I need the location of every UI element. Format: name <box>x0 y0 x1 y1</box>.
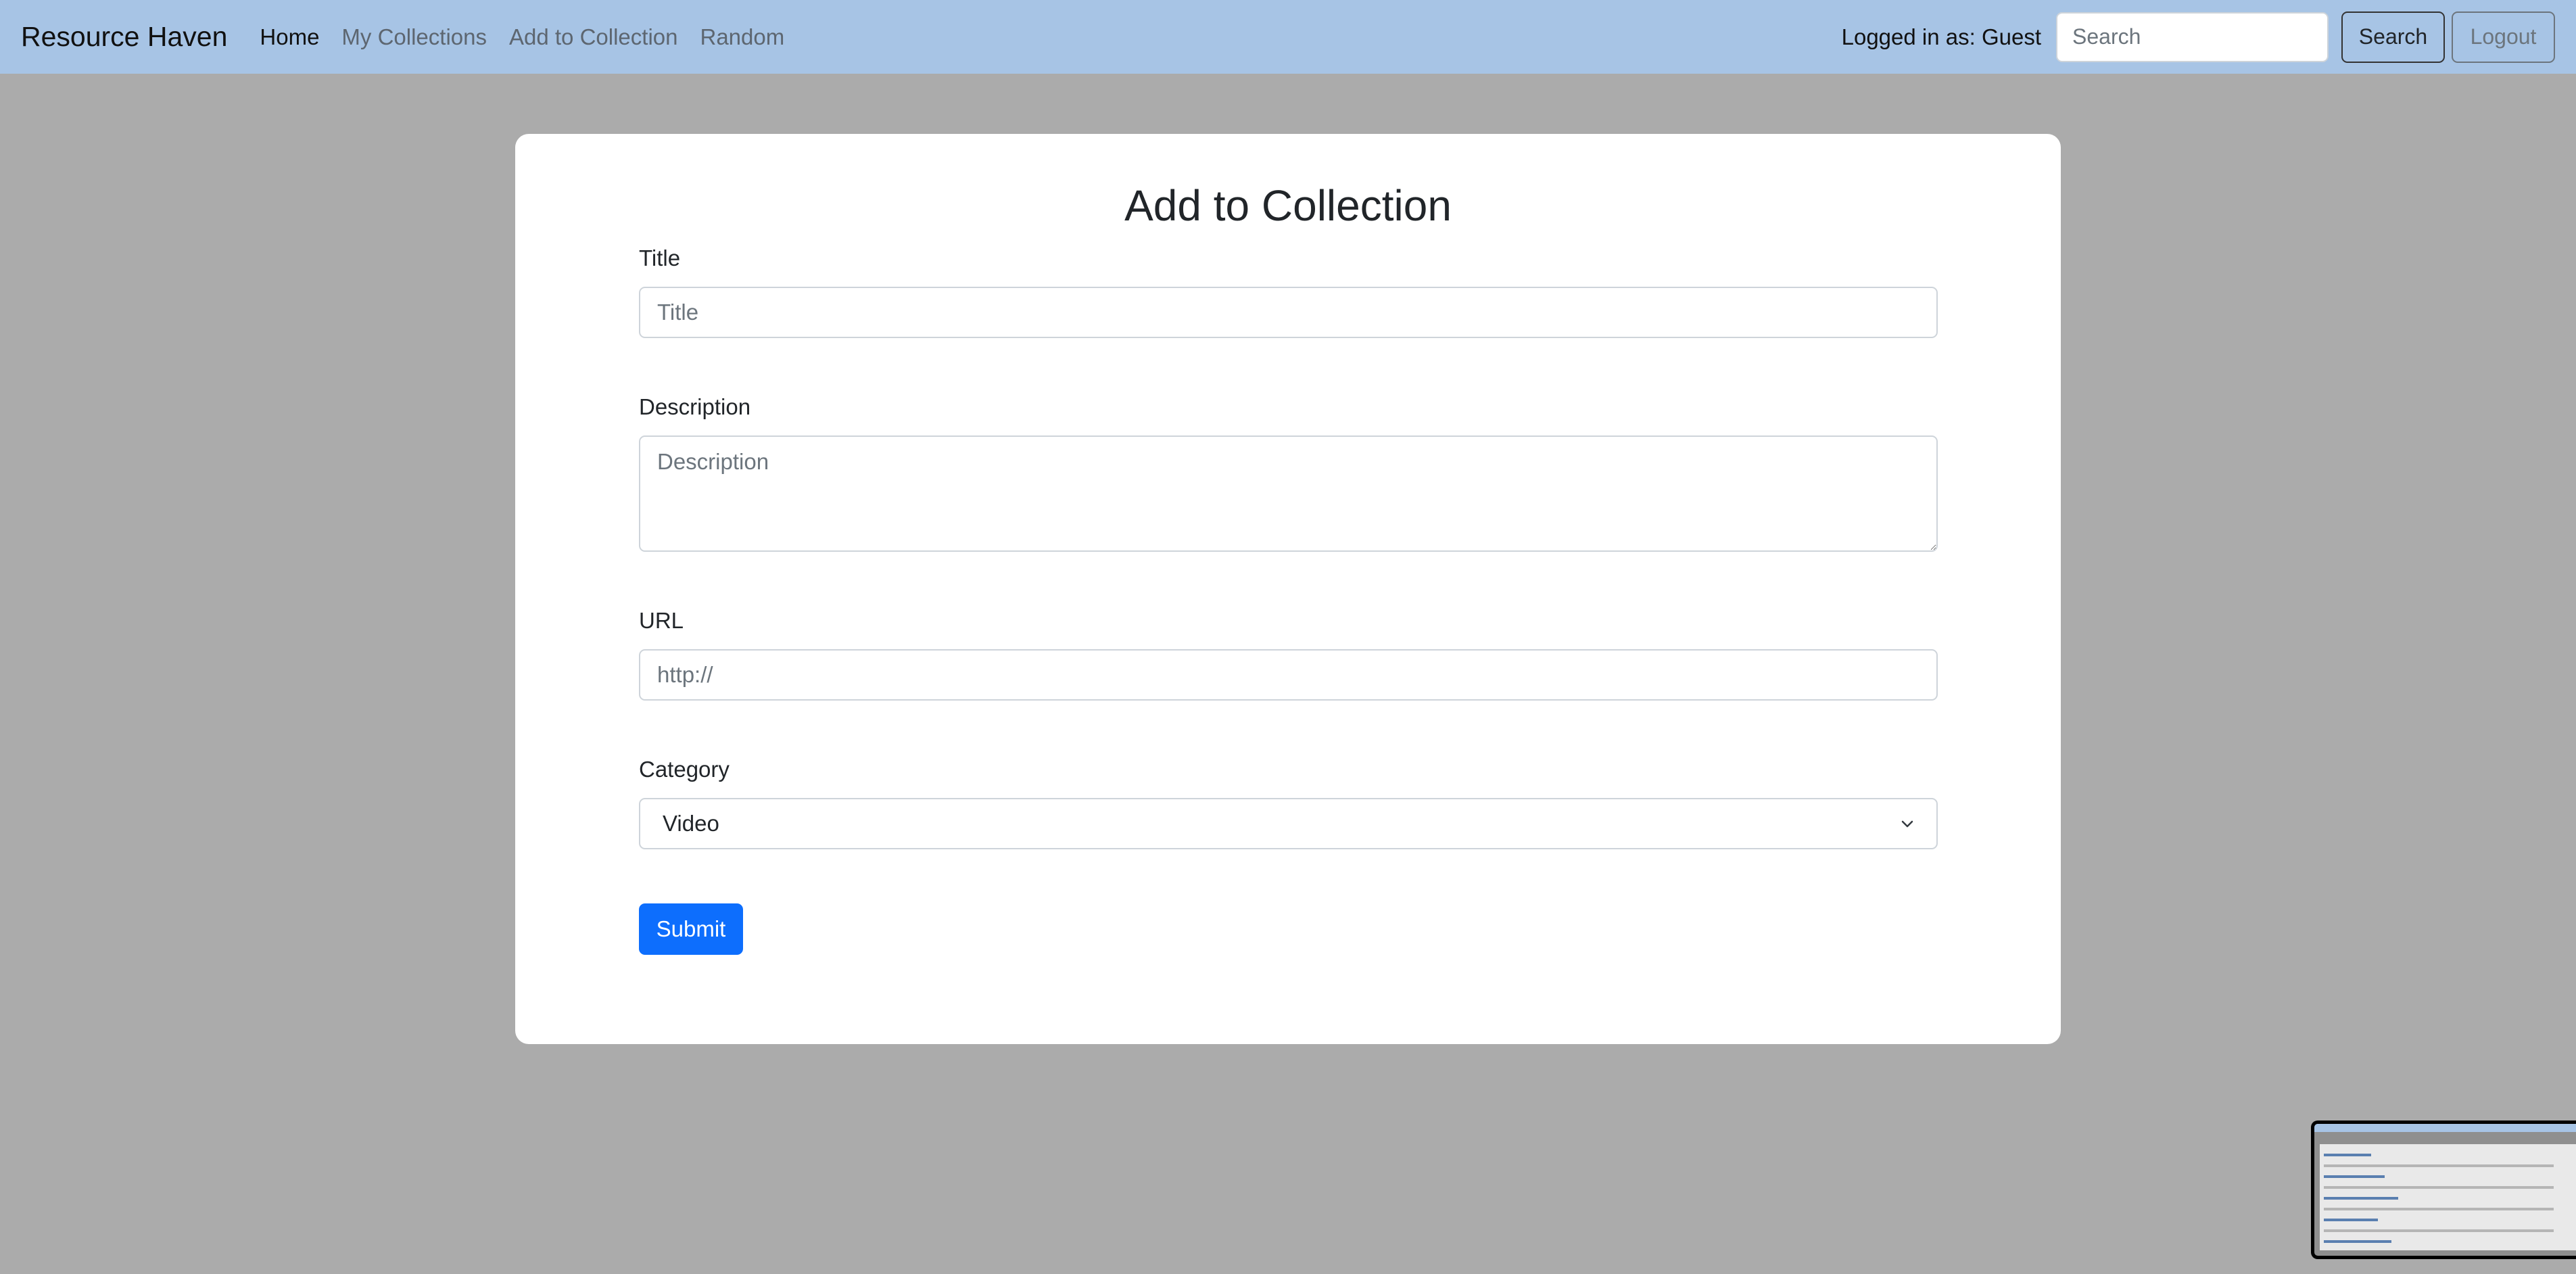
thumbnail-line <box>2324 1219 2378 1221</box>
nav-links: Home My Collections Add to Collection Ra… <box>260 24 807 50</box>
title-input[interactable] <box>639 287 1938 338</box>
category-label: Category <box>639 757 730 782</box>
screenshot-thumbnail[interactable] <box>2311 1120 2576 1259</box>
nav-right: Logged in as: Guest Search Logout <box>1842 11 2555 63</box>
thumbnail-navbar <box>2314 1124 2576 1132</box>
description-label: Description <box>639 394 751 419</box>
brand-logo[interactable]: Resource Haven <box>21 21 227 53</box>
thumbnail-line <box>2324 1154 2371 1156</box>
thumbnail-line <box>2324 1240 2391 1243</box>
description-textarea[interactable] <box>639 435 1938 552</box>
thumbnail-line <box>2324 1175 2385 1178</box>
search-input[interactable] <box>2056 11 2329 62</box>
logged-in-status: Logged in as: Guest <box>1841 24 2041 49</box>
url-label: URL <box>639 608 684 633</box>
top-navbar: Resource Haven Home My Collections Add t… <box>0 0 2576 74</box>
category-selected-value: Video <box>663 811 719 836</box>
thumbnail-line <box>2324 1186 2554 1189</box>
search-button[interactable]: Search <box>2341 11 2445 63</box>
submit-button[interactable]: Submit <box>639 903 743 955</box>
thumbnail-line <box>2324 1197 2398 1200</box>
thumbnail-line <box>2324 1164 2554 1167</box>
url-input[interactable] <box>639 649 1938 701</box>
category-select[interactable]: Video <box>639 798 1938 849</box>
page-title: Add to Collection <box>1124 181 1452 230</box>
logout-button[interactable]: Logout <box>2452 11 2555 63</box>
chevron-down-icon <box>1901 817 1914 830</box>
nav-link-home[interactable]: Home <box>260 24 319 50</box>
thumbnail-content <box>2320 1144 2576 1250</box>
add-to-collection-card: Add to Collection Title Description URL … <box>515 134 2061 1044</box>
title-label: Title <box>639 245 681 270</box>
thumbnail-line <box>2324 1229 2554 1232</box>
thumbnail-line <box>2324 1208 2554 1210</box>
nav-link-my-collections[interactable]: My Collections <box>341 24 487 50</box>
nav-link-add-to-collection[interactable]: Add to Collection <box>509 24 677 50</box>
nav-link-random[interactable]: Random <box>700 24 784 50</box>
